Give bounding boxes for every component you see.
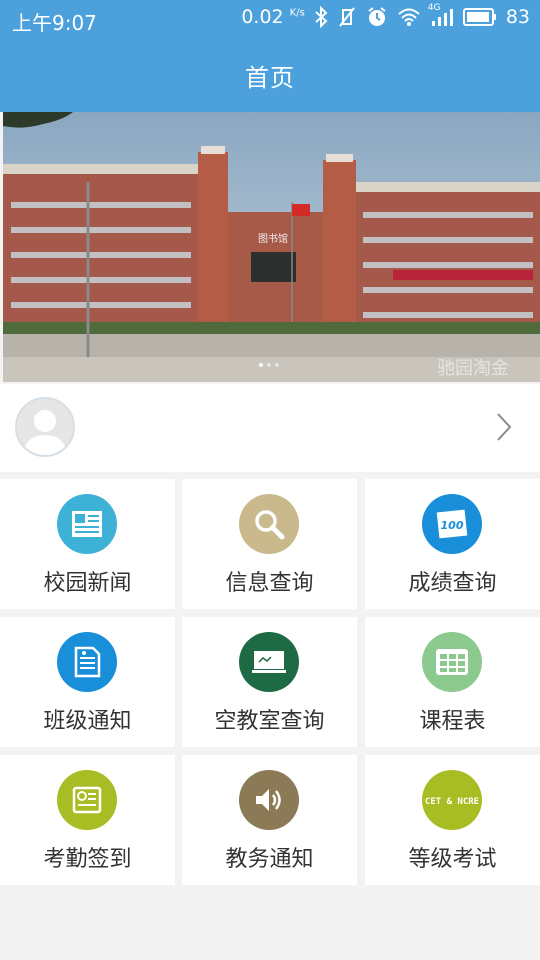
alarm-clock-icon xyxy=(366,6,388,28)
menu-item-academic-notice[interactable]: 教务通知 xyxy=(182,755,357,885)
campus-building-image: 图书馆 驰园淘金 xyxy=(3,112,540,382)
menu-item-label: 校园新闻 xyxy=(43,571,132,596)
score-100-icon: 100 xyxy=(422,494,482,554)
menu-item-label: 成绩查询 xyxy=(408,571,497,596)
avatar[interactable] xyxy=(15,397,75,457)
notice-document-icon xyxy=(57,632,117,692)
campus-banner[interactable]: 图书馆 驰园淘金 xyxy=(3,112,540,382)
menu-item-label: 考勤签到 xyxy=(43,847,132,872)
menu-item-label: 课程表 xyxy=(419,709,486,734)
menu-item-label: 信息查询 xyxy=(225,571,314,596)
menu-item-class-notice[interactable]: 班级通知 xyxy=(0,617,175,747)
bluetooth-icon xyxy=(314,6,328,28)
title-bar: 首页 xyxy=(0,38,540,112)
search-icon xyxy=(239,494,299,554)
menu-item-label: 等级考试 xyxy=(408,847,497,872)
battery-level: 83 xyxy=(505,6,530,28)
menu-item-timetable[interactable]: 课程表 xyxy=(365,617,540,747)
menu-item-level-exam[interactable]: CET & NCRE 等级考试 xyxy=(365,755,540,885)
network-speed: 0.02 K/s xyxy=(241,6,305,28)
cet-ncre-icon: CET & NCRE xyxy=(422,770,482,830)
menu-item-empty-classroom[interactable]: 空教室查询 xyxy=(182,617,357,747)
menu-item-info-query[interactable]: 信息查询 xyxy=(182,479,357,609)
building-sign: 图书馆 xyxy=(258,232,288,245)
speaker-icon xyxy=(239,770,299,830)
chevron-right-icon[interactable] xyxy=(496,412,512,442)
svg-text:100: 100 xyxy=(441,519,464,532)
menu-item-score-query[interactable]: 100 成绩查询 xyxy=(365,479,540,609)
attendance-checkin-icon xyxy=(57,770,117,830)
menu-item-label: 空教室查询 xyxy=(214,709,325,734)
status-icons: 0.02 K/s 4G 83 xyxy=(241,3,530,28)
wifi-icon xyxy=(397,7,421,27)
user-profile-row[interactable] xyxy=(0,384,540,472)
timetable-grid-icon xyxy=(422,632,482,692)
page-title: 首页 xyxy=(245,64,295,92)
vibrate-mute-icon xyxy=(337,6,357,28)
status-bar: 上午9:07 0.02 K/s 4G 83 xyxy=(0,0,540,38)
battery-icon xyxy=(462,8,497,26)
menu-item-label: 教务通知 xyxy=(225,847,314,872)
menu-item-label: 班级通知 xyxy=(43,709,132,734)
news-icon xyxy=(57,494,117,554)
person-silhouette-icon xyxy=(23,410,67,455)
status-time: 上午9:07 xyxy=(12,11,97,35)
svg-text:CET & NCRE: CET & NCRE xyxy=(425,797,479,807)
cellular-signal-icon: 4G xyxy=(428,3,454,27)
banner-watermark: 驰园淘金 xyxy=(437,358,509,379)
blackboard-icon xyxy=(239,632,299,692)
menu-item-campus-news[interactable]: 校园新闻 xyxy=(0,479,175,609)
menu-item-attendance[interactable]: 考勤签到 xyxy=(0,755,175,885)
